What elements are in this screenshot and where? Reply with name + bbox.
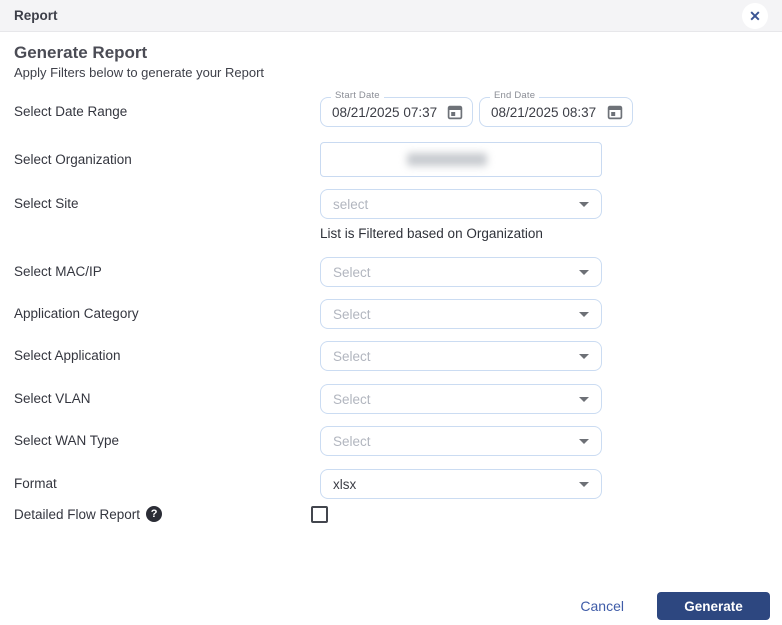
application-select-placeholder: Select bbox=[333, 349, 571, 364]
detailed-flow-label: Detailed Flow Report bbox=[14, 507, 140, 522]
start-date-field[interactable]: Start Date bbox=[320, 97, 473, 127]
format-label: Format bbox=[14, 469, 57, 499]
dialog-footer: Cancel Generate bbox=[580, 592, 770, 620]
wan-type-label: Select WAN Type bbox=[14, 426, 119, 456]
close-icon[interactable]: ✕ bbox=[742, 3, 768, 29]
chevron-down-icon bbox=[579, 397, 589, 402]
organization-label: Select Organization bbox=[14, 142, 132, 177]
mac-ip-select-placeholder: Select bbox=[333, 265, 571, 280]
site-select[interactable]: select bbox=[320, 189, 602, 219]
chevron-down-icon bbox=[579, 439, 589, 444]
organization-redacted-value bbox=[407, 153, 487, 166]
app-category-label: Application Category bbox=[14, 299, 139, 329]
calendar-icon[interactable] bbox=[447, 104, 463, 120]
wan-type-select-placeholder: Select bbox=[333, 434, 571, 449]
help-icon[interactable]: ? bbox=[146, 506, 162, 522]
generate-report-dialog: Report ✕ Generate Report Apply Filters b… bbox=[0, 0, 782, 625]
generate-button[interactable]: Generate bbox=[657, 592, 770, 620]
site-helper-text: List is Filtered based on Organization bbox=[320, 226, 543, 241]
site-select-placeholder: select bbox=[333, 197, 571, 212]
format-select-value: xlsx bbox=[333, 477, 571, 492]
page-subtitle: Apply Filters below to generate your Rep… bbox=[14, 65, 264, 80]
end-date-field[interactable]: End Date bbox=[479, 97, 633, 127]
organization-input[interactable] bbox=[320, 142, 602, 177]
start-date-input[interactable] bbox=[332, 105, 443, 120]
application-label: Select Application bbox=[14, 341, 121, 371]
app-category-select[interactable]: Select bbox=[320, 299, 602, 329]
calendar-icon[interactable] bbox=[607, 104, 623, 120]
chevron-down-icon bbox=[579, 312, 589, 317]
date-range-label: Select Date Range bbox=[14, 97, 127, 127]
detailed-flow-checkbox[interactable] bbox=[311, 506, 328, 523]
chevron-down-icon bbox=[579, 202, 589, 207]
vlan-select-placeholder: Select bbox=[333, 392, 571, 407]
cancel-button[interactable]: Cancel bbox=[580, 598, 624, 614]
mac-ip-label: Select MAC/IP bbox=[14, 257, 102, 287]
mac-ip-select[interactable]: Select bbox=[320, 257, 602, 287]
site-label: Select Site bbox=[14, 189, 79, 219]
format-select[interactable]: xlsx bbox=[320, 469, 602, 499]
vlan-label: Select VLAN bbox=[14, 384, 91, 414]
app-category-select-placeholder: Select bbox=[333, 307, 571, 322]
start-date-floating-label: Start Date bbox=[331, 90, 384, 101]
wan-type-select[interactable]: Select bbox=[320, 426, 602, 456]
chevron-down-icon bbox=[579, 354, 589, 359]
chevron-down-icon bbox=[579, 482, 589, 487]
vlan-select[interactable]: Select bbox=[320, 384, 602, 414]
dialog-titlebar: Report ✕ bbox=[0, 0, 782, 32]
chevron-down-icon bbox=[579, 270, 589, 275]
detailed-flow-label-wrap: Detailed Flow Report ? bbox=[14, 506, 162, 522]
end-date-floating-label: End Date bbox=[490, 90, 539, 101]
end-date-input[interactable] bbox=[491, 105, 603, 120]
dialog-title: Report bbox=[14, 8, 58, 23]
application-select[interactable]: Select bbox=[320, 341, 602, 371]
page-title: Generate Report bbox=[14, 43, 147, 63]
